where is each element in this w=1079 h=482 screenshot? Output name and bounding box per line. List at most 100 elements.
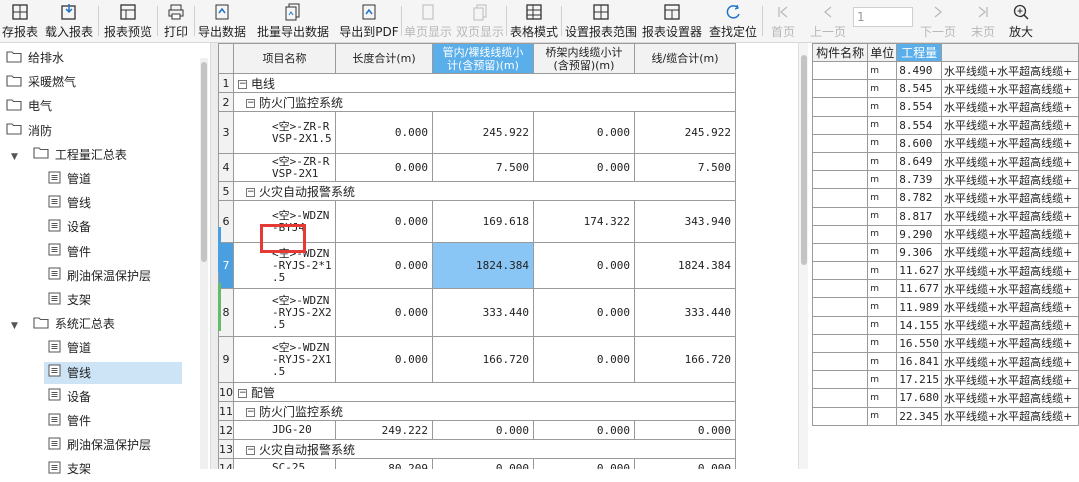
- quantity-cell[interactable]: 16.841: [896, 351, 942, 372]
- item-name-cell[interactable]: <空>-ZR-R VSP-2X1: [233, 153, 336, 182]
- detail-row[interactable]: m 8.600 水平线缆+水平超高线缆+: [812, 133, 1079, 153]
- toolbar-button-14[interactable]: 上一页: [803, 0, 853, 42]
- formula-cell[interactable]: 水平线缆+水平超高线缆+: [940, 261, 1079, 281]
- grid-scrollbar[interactable]: [798, 43, 808, 469]
- collapse-icon[interactable]: −: [238, 79, 247, 89]
- row-number[interactable]: 5: [218, 181, 234, 201]
- value-cell[interactable]: 0.000: [533, 458, 635, 469]
- row-number[interactable]: 4: [218, 153, 234, 182]
- unit-cell[interactable]: m: [867, 206, 898, 226]
- detail-column-header[interactable]: 单位: [867, 43, 898, 62]
- quantity-cell[interactable]: 8.545: [896, 79, 942, 99]
- component-name-cell[interactable]: [812, 60, 869, 81]
- quantity-cell[interactable]: 22.345: [896, 406, 942, 426]
- row-number[interactable]: 13: [218, 439, 234, 459]
- group-row[interactable]: − 电线: [233, 73, 736, 93]
- tree-scrollbar[interactable]: [200, 58, 208, 469]
- formula-cell[interactable]: 水平线缆+水平超高线缆+: [940, 242, 1079, 263]
- quantity-cell[interactable]: 8.600: [896, 133, 942, 153]
- unit-cell[interactable]: m: [867, 97, 898, 117]
- toolbar-button-13[interactable]: 首页: [763, 0, 803, 42]
- component-name-cell[interactable]: [812, 151, 869, 172]
- tree-item[interactable]: 刷油保温保护层: [48, 433, 151, 457]
- value-cell[interactable]: 245.922: [634, 111, 736, 154]
- component-name-cell[interactable]: [812, 79, 869, 99]
- value-cell[interactable]: 245.922: [432, 111, 534, 154]
- value-cell[interactable]: 0.000: [432, 420, 534, 440]
- unit-cell[interactable]: m: [867, 133, 898, 153]
- value-cell[interactable]: 1824.384: [432, 242, 534, 289]
- value-cell[interactable]: 0.000: [335, 336, 433, 383]
- unit-cell[interactable]: m: [867, 188, 898, 208]
- table-row[interactable]: 6 <空>-WDZN -BYJ4 0.000 169.618 174.322 343.94…: [218, 200, 736, 243]
- item-name-cell[interactable]: <空>-WDZN -RYJS-2X2 .5: [233, 288, 336, 337]
- table-row[interactable]: 11− 防火门监控系统: [218, 401, 736, 421]
- quantity-cell[interactable]: 11.677: [896, 279, 942, 299]
- component-name-cell[interactable]: [812, 297, 869, 317]
- caret-down-icon[interactable]: ▼: [11, 152, 18, 162]
- value-cell[interactable]: 7.500: [432, 153, 534, 182]
- table-row[interactable]: 9 <空>-WDZN -RYJS-2X1 .5 0.000 166.720 0.000 1…: [218, 336, 736, 383]
- collapse-icon[interactable]: −: [246, 445, 255, 455]
- quantity-cell[interactable]: 8.782: [896, 188, 942, 208]
- quantity-cell[interactable]: 11.627: [896, 261, 942, 281]
- row-number[interactable]: 10: [218, 382, 234, 402]
- quantity-cell[interactable]: 11.989: [896, 297, 942, 317]
- table-row[interactable]: 1− 电线: [218, 73, 736, 93]
- toolbar-button-7[interactable]: 单页显示: [402, 0, 454, 42]
- component-name-cell[interactable]: [812, 261, 869, 281]
- table-row[interactable]: 13− 火灾自动报警系统: [218, 439, 736, 459]
- toolbar-button-6[interactable]: 导出到PDF: [337, 0, 401, 42]
- table-row[interactable]: 2− 防火门监控系统: [218, 92, 736, 112]
- row-number[interactable]: 1: [218, 73, 234, 93]
- toolbar-button-15[interactable]: 下一页: [913, 0, 963, 42]
- toolbar-button-4[interactable]: 导出数据: [195, 0, 249, 42]
- tree-item[interactable]: 管道: [48, 167, 91, 191]
- table-row[interactable]: 7 <空>-WDZN -RYJS-2*1 .5 0.000 1824.384 0.000…: [218, 242, 736, 289]
- component-name-cell[interactable]: [812, 388, 869, 408]
- formula-cell[interactable]: 水平线缆+水平超高线缆+: [940, 297, 1079, 317]
- toolbar-button-17[interactable]: 放大: [1003, 0, 1039, 42]
- group-row[interactable]: − 火灾自动报警系统: [233, 181, 736, 201]
- panel-splitter[interactable]: [210, 43, 218, 469]
- row-number[interactable]: 9: [218, 336, 234, 383]
- quantity-cell[interactable]: 17.215: [896, 370, 942, 390]
- item-name-cell[interactable]: <空>-WDZN -RYJS-2*1 .5: [233, 242, 336, 289]
- component-name-cell[interactable]: [812, 170, 869, 190]
- detail-row[interactable]: m 17.215 水平线缆+水平超高线缆+: [812, 370, 1079, 390]
- detail-row[interactable]: m 8.739 水平线缆+水平超高线缆+: [812, 170, 1079, 190]
- value-cell[interactable]: 0.000: [533, 420, 635, 440]
- row-number[interactable]: 12: [218, 420, 234, 440]
- detail-row[interactable]: m 8.817 水平线缆+水平超高线缆+: [812, 206, 1079, 226]
- row-number[interactable]: 14: [218, 458, 234, 469]
- caret-down-icon[interactable]: ▼: [11, 321, 18, 331]
- item-name-cell[interactable]: <空>-ZR-R VSP-2X1.5: [233, 111, 336, 154]
- toolbar-button-16[interactable]: 末页: [963, 0, 1003, 42]
- collapse-icon[interactable]: −: [246, 98, 255, 108]
- component-name-cell[interactable]: [812, 206, 869, 226]
- tree-item[interactable]: 刷油保温保护层: [48, 264, 151, 288]
- tree-item[interactable]: 给排水: [6, 46, 64, 70]
- quantity-cell[interactable]: 8.554: [896, 97, 942, 117]
- formula-cell[interactable]: 水平线缆+水平超高线缆+: [940, 170, 1079, 190]
- detail-row[interactable]: m 9.290 水平线缆+水平超高线缆+: [812, 224, 1079, 244]
- formula-cell[interactable]: 水平线缆+水平超高线缆+: [940, 370, 1079, 390]
- value-cell[interactable]: 0.000: [335, 200, 433, 243]
- page-number-input[interactable]: [853, 7, 913, 27]
- component-name-cell[interactable]: [812, 224, 869, 244]
- collapse-icon[interactable]: −: [238, 388, 247, 398]
- unit-cell[interactable]: m: [867, 151, 898, 172]
- value-cell[interactable]: 0.000: [335, 111, 433, 154]
- formula-cell[interactable]: 水平线缆+水平超高线缆+: [940, 315, 1079, 335]
- item-name-cell[interactable]: SC-25: [233, 458, 336, 469]
- quantity-cell[interactable]: 8.817: [896, 206, 942, 226]
- formula-cell[interactable]: 水平线缆+水平超高线缆+: [940, 188, 1079, 208]
- detail-row[interactable]: m 11.677 水平线缆+水平超高线缆+: [812, 279, 1079, 299]
- detail-row[interactable]: m 8.782 水平线缆+水平超高线缆+: [812, 188, 1079, 208]
- value-cell[interactable]: 166.720: [432, 336, 534, 383]
- tree-item[interactable]: 消防: [6, 119, 52, 143]
- formula-cell[interactable]: 水平线缆+水平超高线缆+: [940, 133, 1079, 153]
- value-cell[interactable]: 0.000: [533, 336, 635, 383]
- table-row[interactable]: 14 SC-25 80.209 0.000 0.000 0.000: [218, 458, 736, 469]
- tree-item[interactable]: 管线: [44, 361, 182, 385]
